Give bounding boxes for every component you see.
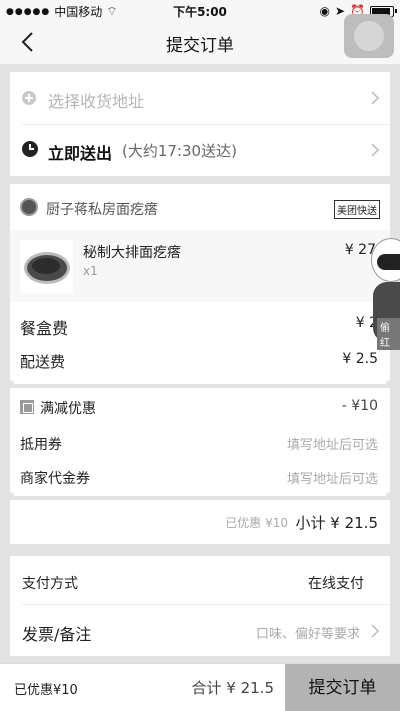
subtotal-card: 已优惠 ¥10 小计 ¥ 21.5 — [10, 500, 390, 544]
subtotal-value: 小计 ¥ 21.5 — [295, 514, 378, 532]
submit-order-button[interactable]: 提交订单 — [285, 664, 400, 711]
payment-method-row[interactable]: 支付方式 在线支付 — [10, 560, 390, 604]
coupon-hint: 填写地址后可选 — [286, 438, 378, 453]
invoice-note-row[interactable]: 发票/备注 口味、偏好等要求 — [10, 608, 390, 652]
coupon-label: 抵用券 — [20, 437, 62, 453]
subtotal-row: 已优惠 ¥10 小计 ¥ 21.5 — [10, 500, 390, 544]
location-icon: ➤ — [334, 4, 346, 18]
item-image — [20, 240, 73, 293]
item-quantity: x1 — [83, 264, 98, 278]
box-fee-row: 餐盒费 ¥ 2 — [10, 306, 390, 342]
promo-icon — [20, 400, 34, 414]
shop-name: 厨子蒋私房面疙瘩 — [46, 202, 158, 218]
delivery-time-label: 立即送出 — [48, 144, 113, 163]
delivery-fee-row: 配送费 ¥ 2.5 — [10, 342, 390, 378]
lock-rotation-icon: ◉ — [319, 4, 330, 18]
promo-label: 满减优惠 — [40, 401, 96, 417]
payment-card: 支付方式 在线支付 发票/备注 口味、偏好等要求 — [10, 556, 390, 656]
assistive-touch-button[interactable] — [344, 14, 394, 58]
coupon-row[interactable]: 抵用券 填写地址后可选 — [10, 426, 390, 462]
order-item: 秘制大排面疙瘩 x1 ¥ 27 — [10, 230, 390, 302]
discount-card: 满减优惠 - ¥10 抵用券 填写地址后可选 商家代金券 填写地址后可选 — [10, 388, 390, 496]
add-icon — [22, 91, 36, 105]
clock-icon — [22, 141, 38, 157]
chevron-right-icon — [371, 624, 380, 638]
delivery-card: 选择收货地址 立即送出 (大约17:30送达) — [10, 72, 390, 176]
ticket-notch — [386, 492, 394, 500]
promo-value: - ¥10 — [341, 398, 378, 414]
ticket-notch — [6, 380, 14, 388]
status-bar: ●●●●● 中国移动 ⌔ 下午5:00 ◉ ➤ ⏰ — [0, 0, 400, 20]
nav-bar: 提交订单 — [0, 20, 400, 64]
ticket-notch — [386, 380, 394, 388]
bottom-saved: 已优惠¥10 — [14, 683, 78, 698]
delivery-eta: (大约17:30送达) — [122, 142, 237, 160]
mascot-mask — [377, 254, 400, 270]
mascot-widget[interactable]: 偷红 — [371, 238, 400, 350]
page-title: 提交订单 — [166, 36, 234, 56]
shop-header[interactable]: 厨子蒋私房面疙瘩 美团快送 — [10, 184, 390, 230]
shop-logo — [20, 198, 38, 216]
chevron-right-icon — [371, 143, 380, 157]
bottom-total: 合计 ¥ 21.5 — [191, 679, 274, 697]
order-card: 厨子蒋私房面疙瘩 美团快送 秘制大排面疙瘩 x1 ¥ 27 餐盒费 ¥ 2 配送… — [10, 184, 390, 384]
ticket-notch — [6, 492, 14, 500]
address-selector[interactable]: 选择收货地址 — [10, 72, 390, 124]
bottom-bar: 已优惠¥10 合计 ¥ 21.5 提交订单 — [0, 663, 400, 711]
delivery-badge: 美团快送 — [334, 200, 380, 219]
voucher-label: 商家代金券 — [20, 471, 90, 487]
promo-row: 满减优惠 - ¥10 — [10, 390, 390, 426]
voucher-hint: 填写地址后可选 — [286, 472, 378, 487]
payment-method-label: 支付方式 — [22, 576, 78, 592]
delivery-time-selector[interactable]: 立即送出 (大约17:30送达) — [10, 124, 390, 176]
box-fee-label: 餐盒费 — [20, 319, 69, 338]
invoice-note-hint: 口味、偏好等要求 — [255, 627, 360, 642]
address-placeholder: 选择收货地址 — [48, 92, 145, 111]
subtotal-saved: 已优惠 ¥10 — [225, 516, 288, 530]
voucher-row[interactable]: 商家代金券 填写地址后可选 — [10, 460, 390, 496]
divider — [22, 604, 390, 605]
chevron-right-icon — [371, 91, 380, 105]
delivery-fee-label: 配送费 — [20, 353, 66, 371]
item-name: 秘制大排面疙瘩 — [83, 245, 181, 261]
invoice-note-label: 发票/备注 — [22, 625, 92, 644]
payment-method-value: 在线支付 — [308, 576, 364, 592]
mascot-tag: 偷红 — [377, 318, 400, 350]
delivery-fee-value: ¥ 2.5 — [342, 351, 378, 367]
